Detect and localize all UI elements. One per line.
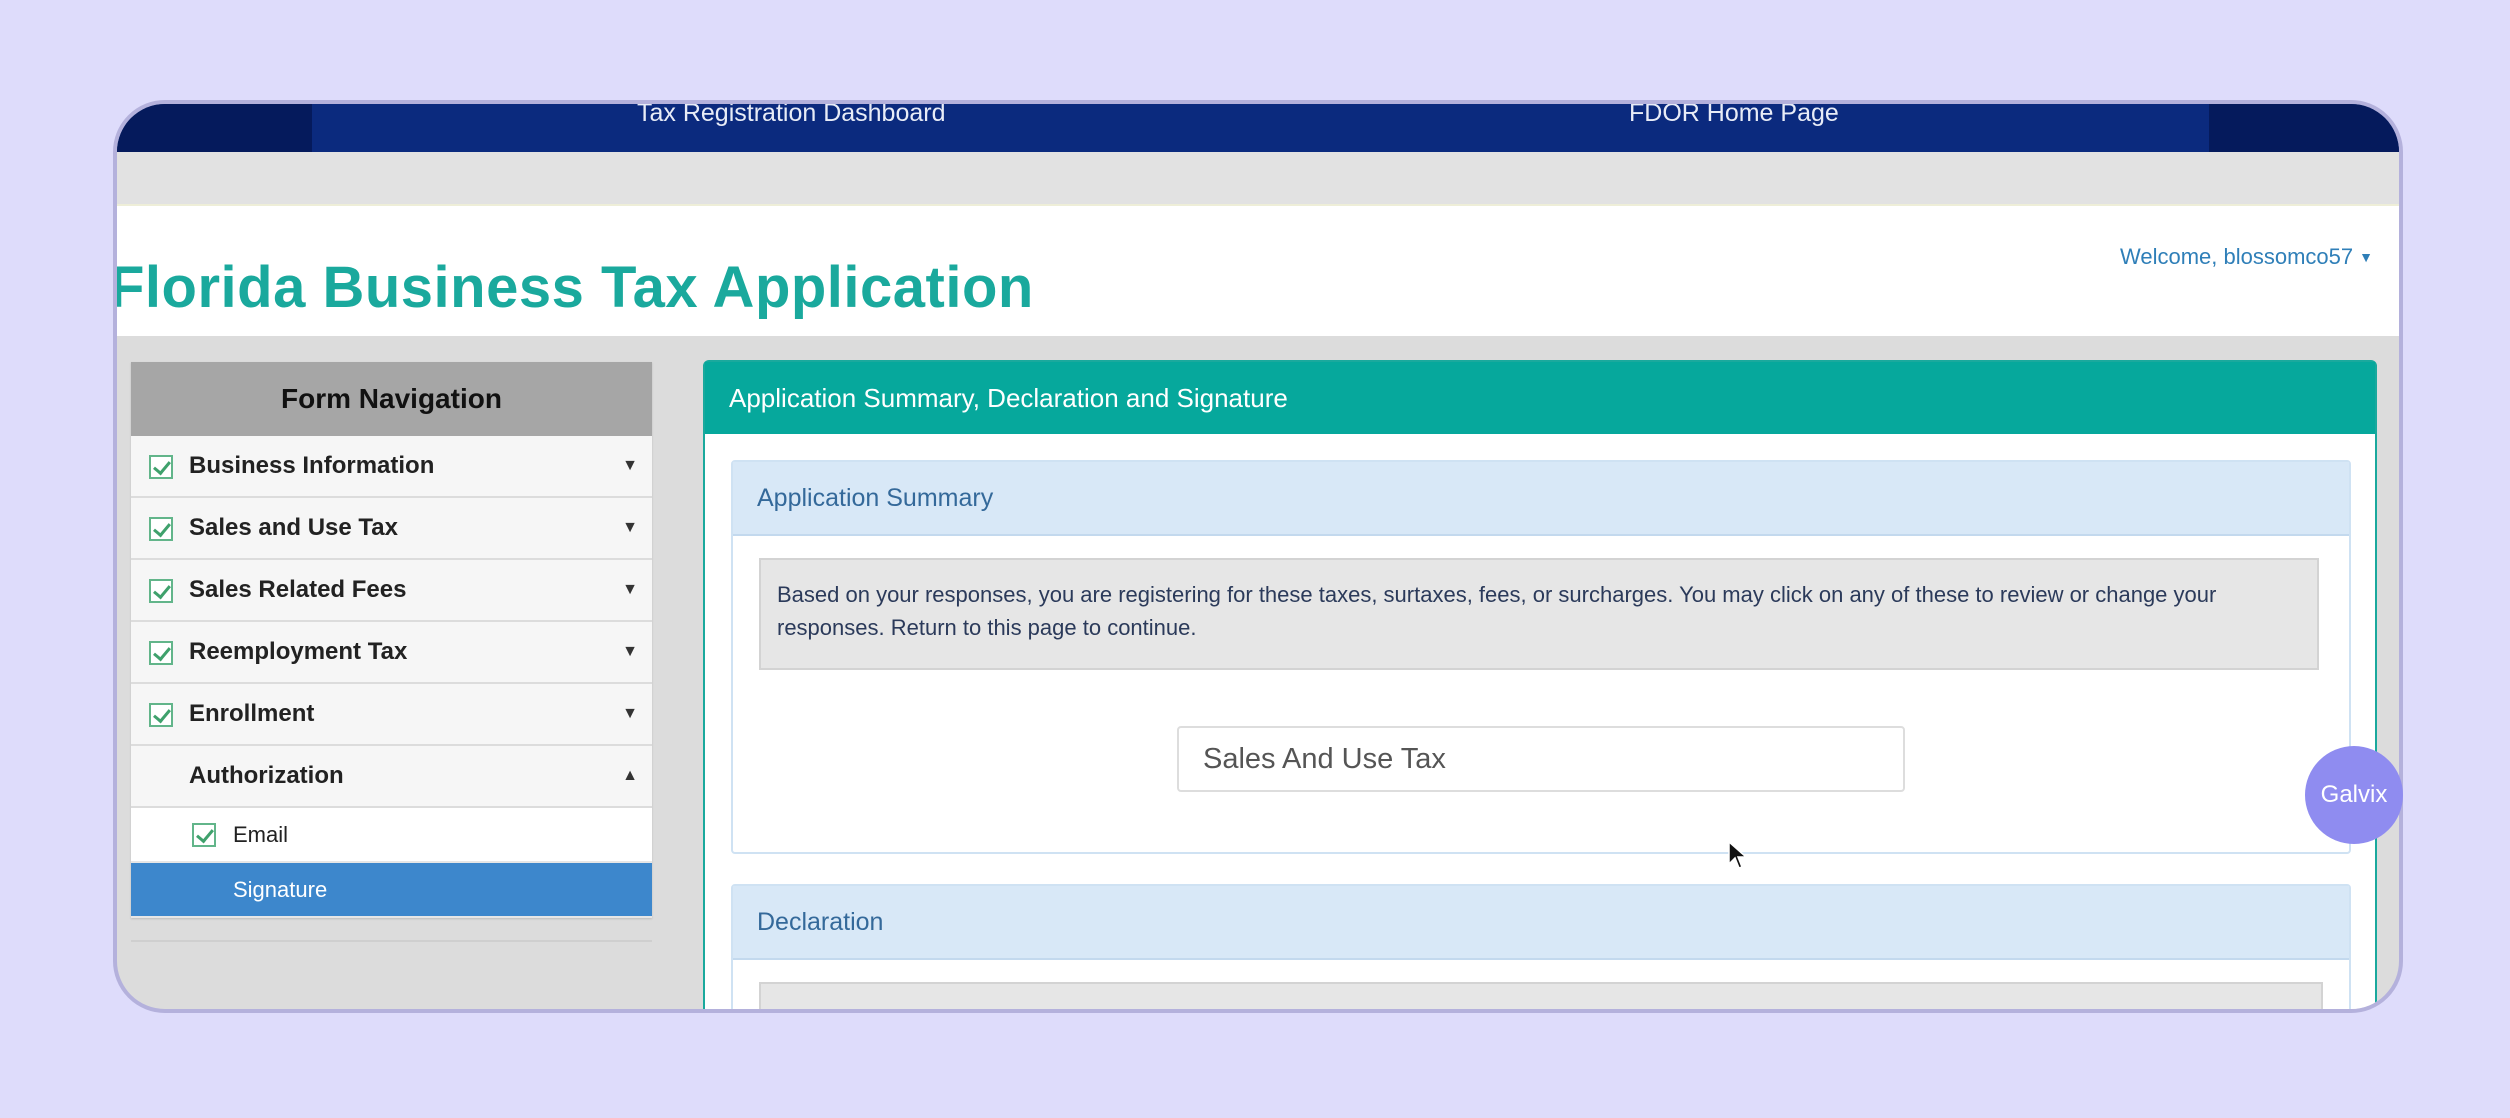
caret-down-icon: ▼ — [622, 457, 638, 474]
caret-down-icon: ▼ — [622, 581, 638, 598]
nav-item-label: Authorization — [189, 762, 344, 789]
page-header: Florida Business Tax Application Welcome… — [117, 206, 2399, 336]
form-navigation-title: Form Navigation — [131, 362, 652, 436]
tax-registration-dashboard-link[interactable]: Tax Registration Dashboard — [637, 104, 946, 126]
summary-notice: Based on your responses, you are registe… — [759, 558, 2319, 670]
checkbox-checked-icon — [149, 455, 173, 479]
form-navigation: Form Navigation Business Information ▼ S… — [131, 362, 652, 918]
tax-item-sales-and-use-tax[interactable]: Sales And Use Tax — [1177, 726, 1905, 792]
top-nav-right-block — [2209, 104, 2399, 152]
sidebar-divider — [131, 940, 652, 942]
nav-item-authorization[interactable]: Authorization ▲ — [131, 746, 652, 808]
top-nav-left-block — [117, 104, 312, 152]
nav-subitem-label: Email — [233, 822, 289, 847]
browser-frame: Tax Registration Dashboard FDOR Home Pag… — [113, 100, 2403, 1013]
caret-down-icon: ▼ — [622, 519, 638, 536]
checkbox-checked-icon — [149, 579, 173, 603]
galvix-badge-button[interactable]: Galvix — [2305, 746, 2403, 844]
nav-item-reemployment-tax[interactable]: Reemployment Tax ▼ — [131, 622, 652, 684]
nav-item-label: Sales and Use Tax — [189, 514, 398, 541]
nav-item-business-information[interactable]: Business Information ▼ — [131, 436, 652, 498]
application-summary-panel: Application Summary Based on your respon… — [731, 460, 2351, 854]
application-summary-title: Application Summary — [733, 462, 2349, 536]
declaration-title: Declaration — [733, 886, 2349, 960]
user-menu[interactable]: Welcome, blossomco57 ▼ — [2120, 244, 2373, 270]
nav-subitem-email[interactable]: Email — [131, 808, 652, 863]
fdor-home-page-link[interactable]: FDOR Home Page — [1629, 104, 1839, 126]
nav-subitem-label: Signature — [233, 877, 328, 902]
panel-title: Application Summary, Declaration and Sig… — [705, 362, 2375, 434]
checkbox-checked-icon — [149, 641, 173, 665]
summary-declaration-panel: Application Summary, Declaration and Sig… — [703, 360, 2377, 1009]
header-spacer — [117, 152, 2399, 206]
declaration-text-box — [759, 982, 2323, 1009]
checkbox-checked-icon — [149, 703, 173, 727]
declaration-panel: Declaration — [731, 884, 2351, 1009]
nav-item-label: Sales Related Fees — [189, 576, 407, 603]
page-title: Florida Business Tax Application — [113, 255, 1034, 320]
nav-item-enrollment[interactable]: Enrollment ▼ — [131, 684, 652, 746]
caret-down-icon: ▼ — [622, 705, 638, 722]
nav-item-label: Business Information — [189, 452, 435, 479]
nav-item-label: Reemployment Tax — [189, 638, 408, 665]
nav-item-sales-and-use-tax[interactable]: Sales and Use Tax ▼ — [131, 498, 652, 560]
welcome-text: Welcome, blossomco57 — [2120, 244, 2354, 269]
caret-down-icon: ▼ — [2359, 249, 2373, 265]
nav-item-label: Enrollment — [189, 700, 315, 727]
checkbox-checked-icon — [149, 517, 173, 541]
top-nav-bar: Tax Registration Dashboard FDOR Home Pag… — [117, 104, 2399, 152]
caret-down-icon: ▼ — [622, 643, 638, 660]
mouse-cursor-icon — [1728, 840, 1748, 869]
checkbox-checked-icon — [192, 823, 216, 847]
nav-subitem-signature[interactable]: Signature — [131, 863, 652, 918]
nav-item-sales-related-fees[interactable]: Sales Related Fees ▼ — [131, 560, 652, 622]
caret-up-icon: ▲ — [622, 767, 638, 784]
